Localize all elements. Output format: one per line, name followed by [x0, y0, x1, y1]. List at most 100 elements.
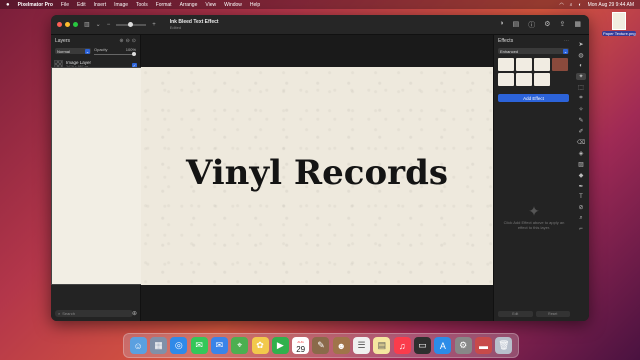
effects-category-select[interactable]: Enhanced ⌄	[498, 48, 569, 54]
document-name: Ink Bleed Text Effect	[169, 18, 219, 25]
blend-mode-select[interactable]: Normal ⌄	[55, 48, 91, 54]
zoom-slider[interactable]	[116, 21, 147, 27]
add-layer-icon[interactable]: ⊕	[119, 38, 123, 44]
style-tool-icon[interactable]: ◍	[578, 52, 583, 59]
opacity-control[interactable]: Opacity 100%	[94, 47, 136, 56]
effect-preset[interactable]	[498, 73, 514, 86]
effect-preset[interactable]	[498, 58, 514, 71]
maps-icon[interactable]: ⌖	[231, 337, 249, 354]
tv-icon[interactable]: ▭	[414, 337, 432, 354]
menu-view[interactable]: View	[205, 2, 216, 8]
fullscreen-button[interactable]	[73, 22, 78, 27]
trash-icon[interactable]: 🗑	[495, 337, 513, 354]
menubar-clock[interactable]: Mon Aug 29 9:44 AM	[588, 2, 634, 8]
eraser-tool-icon[interactable]: ⌫	[577, 139, 585, 146]
menu-arrange[interactable]: Arrange	[180, 2, 198, 8]
reminders-icon[interactable]: ☰	[353, 337, 371, 354]
pen-tool-icon[interactable]: ✒	[578, 183, 583, 190]
share-icon[interactable]: ⇪	[560, 20, 566, 30]
facetime-icon[interactable]: ▶	[271, 337, 289, 354]
effect-preset[interactable]	[552, 58, 568, 71]
opacity-slider[interactable]	[94, 52, 136, 56]
canvas-text[interactable]: Vinyl Records	[186, 153, 448, 193]
menu-bar: ● Pixelmator Pro File Edit Insert Image …	[0, 0, 640, 9]
shape-tool-icon[interactable]: ◆	[579, 172, 584, 179]
mail-icon[interactable]: ✉	[210, 337, 228, 354]
menu-file[interactable]: File	[61, 2, 69, 8]
document-status: Edited	[169, 24, 182, 30]
search-placeholder: Search	[62, 311, 75, 316]
app-store-icon[interactable]: A	[434, 337, 452, 354]
paper-canvas[interactable]: Vinyl Records	[141, 67, 493, 285]
sparkle-icon: ✦	[528, 203, 540, 219]
launchpad-icon[interactable]: ▦	[149, 337, 167, 354]
menu-edit[interactable]: Edit	[77, 2, 86, 8]
color-adjust-icon[interactable]: ◑	[499, 20, 503, 30]
layer-settings-icon[interactable]: ⊙	[132, 38, 136, 44]
menu-format[interactable]: Format	[156, 2, 172, 8]
canvas-area[interactable]: Vinyl Records	[141, 35, 493, 321]
crop-tool-icon[interactable]: ⌗	[579, 95, 582, 102]
menu-insert[interactable]: Insert	[94, 2, 107, 8]
file-thumbnail	[612, 12, 626, 30]
reset-effects-button[interactable]: Reset	[535, 311, 570, 317]
safari-icon[interactable]: ◎	[170, 337, 188, 354]
wifi-icon[interactable]: ◠	[559, 2, 563, 8]
document-folder-icon[interactable]: ▬	[474, 337, 492, 354]
crop-icon[interactable]: ⌐	[579, 226, 583, 232]
desktop-file[interactable]: Paper Texture.png	[602, 12, 636, 36]
gradient-tool-icon[interactable]: ▨	[578, 161, 584, 168]
menu-help[interactable]: Help	[250, 2, 260, 8]
messages-icon[interactable]: ✉	[190, 337, 208, 354]
zoom-tool-icon[interactable]: ⌕	[579, 215, 582, 222]
paint-tool-icon[interactable]: ✎	[578, 117, 583, 124]
contacts-icon[interactable]: ☻	[332, 337, 350, 354]
photos-icon[interactable]: ✿	[251, 337, 269, 354]
arrange-tool-icon[interactable]: ➤	[578, 41, 583, 48]
eyedropper-icon[interactable]: ⊘	[578, 204, 583, 211]
menu-app-name[interactable]: Pixelmator Pro	[18, 2, 53, 8]
text-tool-icon[interactable]: T	[579, 194, 583, 200]
menu-image[interactable]: Image	[114, 2, 128, 8]
apple-menu-icon[interactable]: ●	[6, 2, 10, 8]
brush-tool-icon[interactable]: ✐	[578, 128, 583, 135]
info-icon[interactable]: ⓘ	[528, 20, 535, 30]
layers-toggle-icon[interactable]: ▤	[513, 20, 520, 30]
finder-icon[interactable]: ☺	[129, 337, 147, 354]
close-button[interactable]	[57, 22, 62, 27]
layer-row[interactable]: Paper Texture 5940 × 4376 px ➚ ✓	[51, 67, 403, 285]
calendar-icon[interactable]: AUG 29	[292, 337, 310, 354]
fill-tool-icon[interactable]: ◈	[579, 150, 584, 157]
layers-search-input[interactable]: ⌕ Search	[55, 310, 133, 317]
menubar-status: ◠ ⌕ ◐ Mon Aug 29 9:44 AM	[559, 2, 634, 8]
minimize-button[interactable]	[65, 22, 70, 27]
tools-toggle-icon[interactable]: ⚙	[544, 20, 550, 30]
effect-preset[interactable]	[534, 58, 550, 71]
notes-icon[interactable]: ▤	[373, 337, 391, 354]
sidebar-toggle-icon[interactable]: ▥	[84, 21, 90, 28]
menu-window[interactable]: Window	[224, 2, 242, 8]
retouch-tool-icon[interactable]: ✧	[578, 106, 583, 113]
more-icon[interactable]: ⋯	[564, 38, 569, 44]
effects-tool-icon[interactable]: ✦	[576, 73, 586, 80]
effect-preset[interactable]	[534, 73, 550, 86]
add-effect-button[interactable]: Add Effect	[498, 94, 569, 102]
layer-options-icon[interactable]: ⊖	[126, 38, 130, 44]
search-icon[interactable]: ⌕	[570, 2, 573, 8]
control-center-icon[interactable]: ◐	[579, 2, 582, 8]
menu-tools[interactable]: Tools	[136, 2, 148, 8]
zoom-out-icon[interactable]: −	[107, 22, 111, 28]
music-icon[interactable]: ♫	[393, 337, 411, 354]
effect-preset[interactable]	[516, 73, 532, 86]
edit-effects-button[interactable]: Edit	[498, 311, 533, 317]
pixelmator-icon[interactable]: ✎	[312, 337, 330, 354]
effect-preset[interactable]	[516, 58, 532, 71]
zoom-in-icon[interactable]: +	[152, 22, 156, 28]
settings-icon[interactable]: ⚙	[454, 337, 472, 354]
chevron-down-icon[interactable]: ⌄	[96, 21, 101, 28]
sidebar-right-icon[interactable]: ▦	[574, 20, 581, 30]
select-tool-icon[interactable]: ⬚	[578, 84, 584, 91]
color-adjust-tool-icon[interactable]: ◐	[579, 63, 583, 69]
layers-header: Layers ⊕ ⊖ ⊙	[51, 35, 140, 46]
layers-more-icon[interactable]: ⊕	[132, 310, 137, 317]
